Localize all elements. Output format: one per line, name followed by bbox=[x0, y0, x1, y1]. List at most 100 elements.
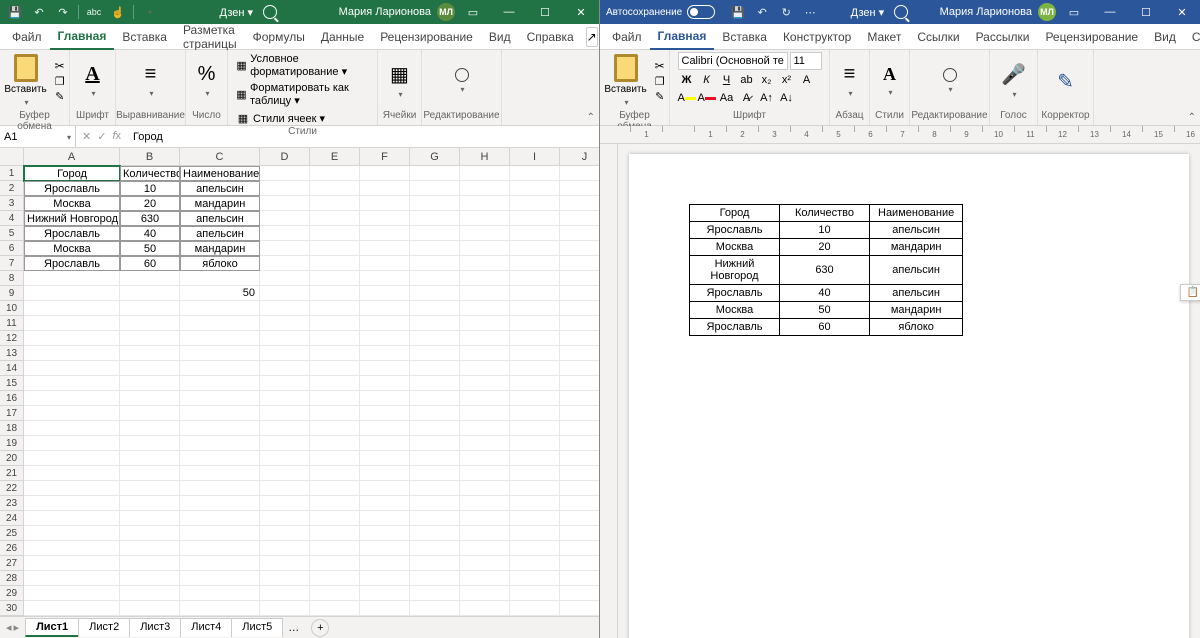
cell-H18[interactable] bbox=[460, 421, 510, 436]
cell-A24[interactable] bbox=[24, 511, 120, 526]
td[interactable]: мандарин bbox=[870, 302, 963, 319]
cell-F30[interactable] bbox=[360, 601, 410, 616]
td[interactable]: 50 bbox=[780, 302, 870, 319]
cell-F22[interactable] bbox=[360, 481, 410, 496]
cell-J24[interactable] bbox=[560, 511, 599, 526]
cell-D23[interactable] bbox=[260, 496, 310, 511]
cell-J9[interactable] bbox=[560, 286, 599, 301]
cancel-icon[interactable]: ✕ bbox=[82, 130, 91, 143]
corrector-button[interactable]: ✎ bbox=[1055, 67, 1076, 96]
row-header-4[interactable]: 4 bbox=[0, 211, 24, 226]
cell-E10[interactable] bbox=[310, 301, 360, 316]
cell-G28[interactable] bbox=[410, 571, 460, 586]
cell-A4[interactable]: Нижний Новгород bbox=[24, 211, 120, 226]
cell-C30[interactable] bbox=[180, 601, 260, 616]
cell-F7[interactable] bbox=[360, 256, 410, 271]
cell-I17[interactable] bbox=[510, 406, 560, 421]
col-header-G[interactable]: G bbox=[410, 148, 460, 166]
cell-E7[interactable] bbox=[310, 256, 360, 271]
cell-D2[interactable] bbox=[260, 181, 310, 196]
cell-G5[interactable] bbox=[410, 226, 460, 241]
maximize-button[interactable]: ☐ bbox=[527, 0, 563, 24]
cell-E13[interactable] bbox=[310, 346, 360, 361]
cell-E11[interactable] bbox=[310, 316, 360, 331]
menu-Рассылки[interactable]: Рассылки bbox=[968, 24, 1038, 50]
cell-C18[interactable] bbox=[180, 421, 260, 436]
menu-Формулы[interactable]: Формулы bbox=[245, 24, 313, 50]
copy-icon[interactable] bbox=[653, 74, 667, 88]
paste-button[interactable]: Вставить bbox=[2, 52, 48, 110]
cell-G23[interactable] bbox=[410, 496, 460, 511]
td[interactable]: Ярославль bbox=[690, 222, 780, 239]
redo-icon[interactable]: ↷ bbox=[54, 3, 72, 21]
cell-A11[interactable] bbox=[24, 316, 120, 331]
search-icon[interactable] bbox=[263, 5, 277, 19]
row-header-26[interactable]: 26 bbox=[0, 541, 24, 556]
avatar[interactable]: МЛ bbox=[437, 3, 455, 21]
cell-F26[interactable] bbox=[360, 541, 410, 556]
cell-B12[interactable] bbox=[120, 331, 180, 346]
cell-E29[interactable] bbox=[310, 586, 360, 601]
cell-D15[interactable] bbox=[260, 376, 310, 391]
cell-B14[interactable] bbox=[120, 361, 180, 376]
row-header-5[interactable]: 5 bbox=[0, 226, 24, 241]
cell-J27[interactable] bbox=[560, 556, 599, 571]
cell-E17[interactable] bbox=[310, 406, 360, 421]
menu-Файл[interactable]: Файл bbox=[4, 24, 50, 50]
cell-I6[interactable] bbox=[510, 241, 560, 256]
cell-H12[interactable] bbox=[460, 331, 510, 346]
undo-icon[interactable]: ↶ bbox=[30, 3, 48, 21]
cell-A2[interactable]: Ярославль bbox=[24, 181, 120, 196]
cell-B29[interactable] bbox=[120, 586, 180, 601]
styles-button[interactable]: A bbox=[881, 62, 898, 100]
td[interactable]: Ярославль bbox=[690, 285, 780, 302]
cell-D29[interactable] bbox=[260, 586, 310, 601]
cell-G3[interactable] bbox=[410, 196, 460, 211]
cell-D18[interactable] bbox=[260, 421, 310, 436]
cell-D14[interactable] bbox=[260, 361, 310, 376]
cond-format-button[interactable]: ▦Условное форматирование ▾ bbox=[234, 52, 371, 79]
td[interactable]: Ярославль bbox=[690, 319, 780, 336]
cell-A28[interactable] bbox=[24, 571, 120, 586]
cell-F5[interactable] bbox=[360, 226, 410, 241]
cell-H13[interactable] bbox=[460, 346, 510, 361]
cell-B13[interactable] bbox=[120, 346, 180, 361]
avatar[interactable]: МЛ bbox=[1038, 3, 1056, 21]
cell-B19[interactable] bbox=[120, 436, 180, 451]
cell-G22[interactable] bbox=[410, 481, 460, 496]
cell-H25[interactable] bbox=[460, 526, 510, 541]
cell-H29[interactable] bbox=[460, 586, 510, 601]
cell-H5[interactable] bbox=[460, 226, 510, 241]
cell-H30[interactable] bbox=[460, 601, 510, 616]
cell-D13[interactable] bbox=[260, 346, 310, 361]
cell-G9[interactable] bbox=[410, 286, 460, 301]
cell-E16[interactable] bbox=[310, 391, 360, 406]
cell-D3[interactable] bbox=[260, 196, 310, 211]
cell-A1[interactable]: Город bbox=[24, 166, 120, 181]
cell-C17[interactable] bbox=[180, 406, 260, 421]
cell-H4[interactable] bbox=[460, 211, 510, 226]
cell-C16[interactable] bbox=[180, 391, 260, 406]
cut-icon[interactable] bbox=[53, 59, 67, 73]
cell-I25[interactable] bbox=[510, 526, 560, 541]
sheet-tab-Лист3[interactable]: Лист3 bbox=[129, 618, 181, 637]
cell-I22[interactable] bbox=[510, 481, 560, 496]
paragraph-button[interactable]: ≡ bbox=[842, 61, 858, 101]
cell-J12[interactable] bbox=[560, 331, 599, 346]
cell-A18[interactable] bbox=[24, 421, 120, 436]
row-header-18[interactable]: 18 bbox=[0, 421, 24, 436]
share-icon[interactable]: ↗ bbox=[586, 27, 598, 47]
cell-A17[interactable] bbox=[24, 406, 120, 421]
spellcheck-icon[interactable]: abc bbox=[85, 3, 103, 21]
cell-C28[interactable] bbox=[180, 571, 260, 586]
ribbon-options-icon[interactable]: ▭ bbox=[455, 0, 491, 24]
cell-A19[interactable] bbox=[24, 436, 120, 451]
cell-C15[interactable] bbox=[180, 376, 260, 391]
cell-F4[interactable] bbox=[360, 211, 410, 226]
cell-C22[interactable] bbox=[180, 481, 260, 496]
cell-I24[interactable] bbox=[510, 511, 560, 526]
sheet-tab-Лист5[interactable]: Лист5 bbox=[231, 618, 283, 637]
cell-F27[interactable] bbox=[360, 556, 410, 571]
subscript-button[interactable]: x₂ bbox=[758, 72, 776, 88]
sheet-tab-Лист2[interactable]: Лист2 bbox=[78, 618, 130, 637]
